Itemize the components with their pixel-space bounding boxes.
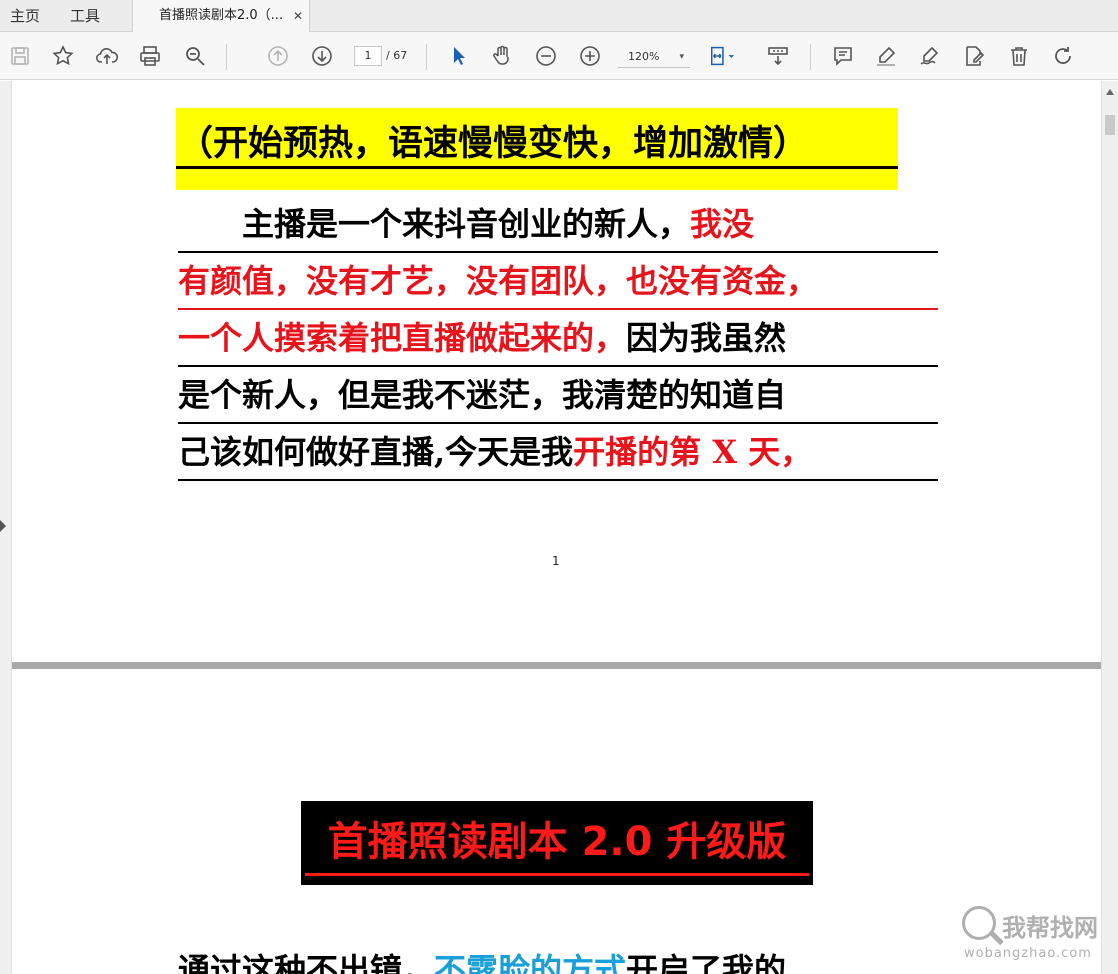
previous-page-icon[interactable] bbox=[264, 42, 292, 70]
scrollbar-thumb[interactable] bbox=[1105, 115, 1115, 135]
title-underline bbox=[305, 873, 809, 876]
page2-title: 首播照读剧本 2.0 升级版 bbox=[327, 819, 787, 865]
watermark-url: wobangzhao.com bbox=[964, 946, 1092, 961]
nav-tools[interactable]: 工具 bbox=[70, 0, 100, 32]
zoom-search-icon[interactable] bbox=[181, 42, 209, 70]
paragraph-line-5: 己该如何做好直播,今天是我开播的第 X 天， bbox=[178, 424, 938, 481]
toolbar: 1 / 67 120% ▾ bbox=[0, 32, 1118, 80]
toolbar-separator bbox=[426, 44, 427, 70]
highlight-pen-icon[interactable] bbox=[872, 42, 900, 70]
paragraph-line-4: 是个新人，但是我不迷茫，我清楚的知道自 bbox=[178, 367, 938, 424]
paragraph-line-2: 有颜值，没有才艺，没有团队，也没有资金， bbox=[178, 253, 938, 310]
text-black: 主播是一个来抖音创业的新人， bbox=[178, 205, 691, 243]
text-blue: 不露脸的方式 bbox=[434, 951, 627, 974]
zoom-value: 120% bbox=[628, 50, 660, 63]
text-red: 开播的第 X 天， bbox=[573, 433, 813, 471]
page-total: / 67 bbox=[386, 49, 408, 62]
comment-icon[interactable] bbox=[829, 42, 857, 70]
page-divider bbox=[12, 662, 1101, 669]
select-cursor-icon[interactable] bbox=[445, 42, 473, 70]
toolbar-separator bbox=[226, 44, 227, 70]
text-red: 我没 bbox=[690, 205, 755, 243]
zoom-select[interactable]: 120% ▾ bbox=[618, 46, 690, 68]
text-black: 因为我虽然 bbox=[626, 319, 787, 357]
save-icon[interactable] bbox=[6, 42, 34, 70]
hand-tool-icon[interactable] bbox=[488, 42, 516, 70]
page2-paragraph: 通过这种不出镜，不露脸的方式开启了我的 bbox=[178, 942, 938, 974]
tab-document-title: 首播照读剧本2.0（... bbox=[159, 8, 284, 23]
chevron-down-icon: ▾ bbox=[679, 52, 684, 62]
tab-bar: 主页 工具 首播照读剧本2.0（... ✕ bbox=[0, 0, 1118, 33]
zoom-in-icon[interactable] bbox=[576, 42, 604, 70]
text-red: 一个人摸索着把直播做起来的， bbox=[178, 319, 627, 357]
text-black: 通过这种不出镜， bbox=[178, 951, 435, 974]
page1-heading-highlight: （开始预热，语速慢慢变快，增加激情） bbox=[176, 108, 898, 190]
scroll-up-arrow-icon[interactable] bbox=[1106, 89, 1114, 95]
text-red: 有颜值，没有才艺，没有团队，也没有资金， bbox=[178, 262, 819, 300]
tab-close-icon[interactable]: ✕ bbox=[293, 0, 303, 32]
bookmark-star-icon[interactable] bbox=[49, 42, 77, 70]
fit-page-icon[interactable] bbox=[708, 42, 736, 70]
delete-trash-icon[interactable] bbox=[1005, 42, 1033, 70]
edit-document-icon[interactable] bbox=[960, 42, 988, 70]
vertical-scrollbar[interactable] bbox=[1101, 81, 1118, 974]
next-page-icon[interactable] bbox=[308, 42, 336, 70]
page-number-input[interactable]: 1 bbox=[354, 46, 382, 66]
tab-document[interactable]: 首播照读剧本2.0（... ✕ bbox=[132, 0, 310, 33]
watermark-text: 我帮找网 bbox=[1002, 914, 1098, 942]
watermark-logo: 我帮找网 wobangzhao.com bbox=[962, 904, 1112, 968]
paragraph-line-3: 一个人摸索着把直播做起来的，因为我虽然 bbox=[178, 310, 938, 367]
page-number-footer: 1 bbox=[552, 554, 560, 568]
expand-panel-arrow-icon[interactable] bbox=[0, 520, 6, 532]
text-black: 开启了我的 bbox=[626, 951, 787, 974]
nav-home[interactable]: 主页 bbox=[10, 0, 40, 32]
text-black: 己该如何做好直播,今天是我 bbox=[178, 433, 574, 471]
rotate-icon[interactable] bbox=[1049, 42, 1077, 70]
page2-title-box: 首播照读剧本 2.0 升级版 bbox=[301, 801, 813, 885]
page1-heading: （开始预热，语速慢慢变快，增加激情） bbox=[176, 122, 898, 169]
draw-sign-icon[interactable] bbox=[916, 42, 944, 70]
text-black: 是个新人，但是我不迷茫，我清楚的知道自 bbox=[178, 376, 787, 414]
paragraph-line-1: 主播是一个来抖音创业的新人，我没 bbox=[178, 196, 938, 253]
print-icon[interactable] bbox=[136, 42, 164, 70]
zoom-out-icon[interactable] bbox=[532, 42, 560, 70]
cloud-upload-icon[interactable] bbox=[93, 42, 121, 70]
scroll-mode-icon[interactable] bbox=[764, 42, 792, 70]
toolbar-separator bbox=[810, 44, 811, 70]
